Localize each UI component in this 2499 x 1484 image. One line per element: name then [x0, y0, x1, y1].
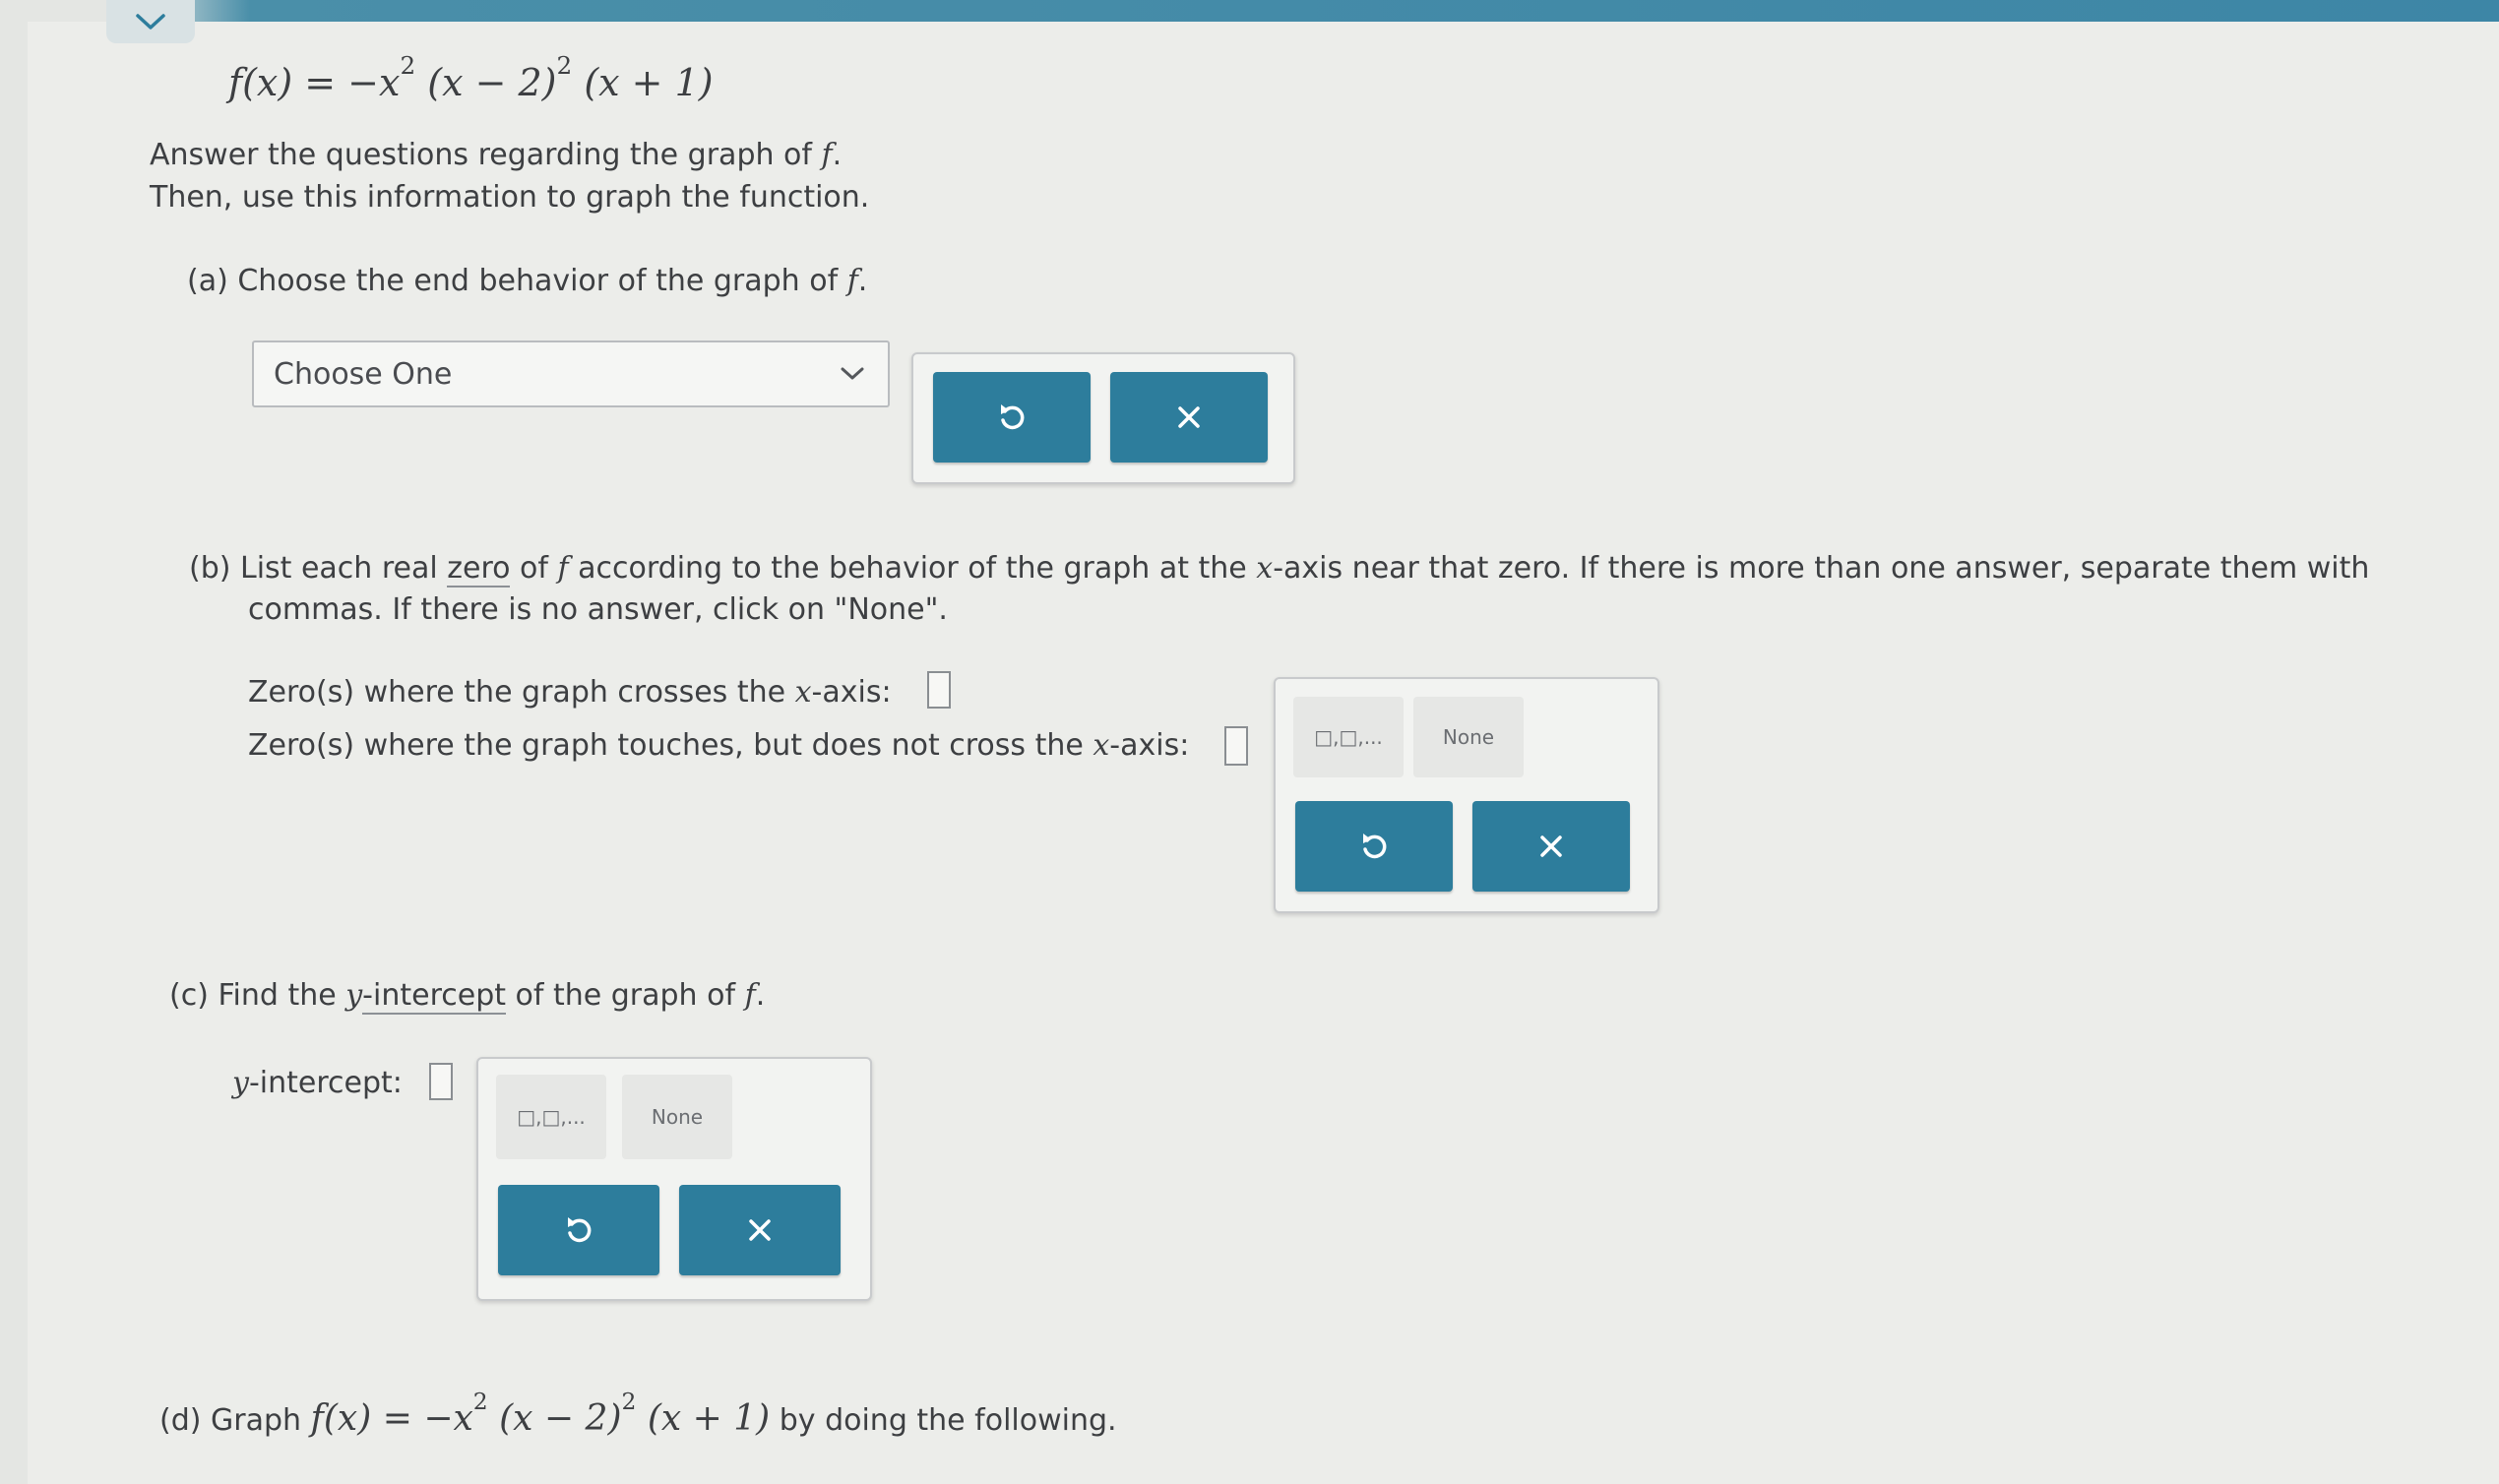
intro-line-1: Answer the questions regarding the graph… [150, 138, 843, 172]
part-c-toolbox: □,□,... None [476, 1057, 872, 1301]
crosses-input[interactable] [927, 671, 951, 709]
close-icon [749, 1219, 771, 1241]
undo-icon [568, 1217, 592, 1243]
close-icon [1178, 406, 1200, 428]
part-a-toolbox [911, 352, 1295, 484]
list-chip[interactable]: □,□,... [496, 1075, 606, 1159]
undo-icon [1363, 834, 1387, 859]
none-chip[interactable]: None [622, 1075, 732, 1159]
chevron-down-icon [136, 14, 165, 30]
y-intercept-label: y-intercept: [232, 1066, 403, 1100]
y-intercept-link[interactable]: -intercept [362, 978, 506, 1015]
undo-button[interactable] [933, 372, 1091, 463]
clear-button[interactable] [679, 1185, 841, 1275]
zero-link[interactable]: zero [447, 551, 511, 587]
chevron-down-icon [841, 367, 864, 380]
undo-icon [1001, 404, 1025, 430]
top-bar [0, 0, 2499, 22]
part-d-question: (d) Graph f(x) = −x2 (x − 2)2 (x + 1) by… [159, 1388, 1117, 1440]
part-b-question-line-2: commas. If there is no answer, click on … [248, 592, 948, 627]
list-chip[interactable]: □,□,... [1293, 697, 1404, 777]
clear-button[interactable] [1110, 372, 1268, 463]
end-behavior-select[interactable]: Choose One [252, 340, 890, 407]
close-icon [1540, 835, 1562, 857]
touches-input[interactable] [1224, 726, 1248, 766]
undo-button[interactable] [1295, 801, 1453, 892]
touches-label: Zero(s) where the graph touches, but doe… [248, 728, 1190, 763]
part-c-question: (c) Find the y-intercept of the graph of… [169, 978, 766, 1015]
y-intercept-input[interactable] [429, 1063, 453, 1100]
none-chip[interactable]: None [1413, 697, 1524, 777]
part-b-question: (b) List each real zero of f according t… [189, 551, 2370, 587]
function-formula: f(x) = −x2 (x − 2)2 (x + 1) [228, 51, 714, 105]
part-b-toolbox: □,□,... None [1274, 677, 1659, 913]
part-a-question: (a) Choose the end behavior of the graph… [187, 264, 868, 298]
collapse-button[interactable] [106, 0, 195, 43]
intro-line-2: Then, use this information to graph the … [150, 180, 870, 215]
crosses-label: Zero(s) where the graph crosses the x-ax… [248, 675, 892, 710]
select-value: Choose One [274, 356, 453, 392]
undo-button[interactable] [498, 1185, 659, 1275]
clear-button[interactable] [1472, 801, 1630, 892]
